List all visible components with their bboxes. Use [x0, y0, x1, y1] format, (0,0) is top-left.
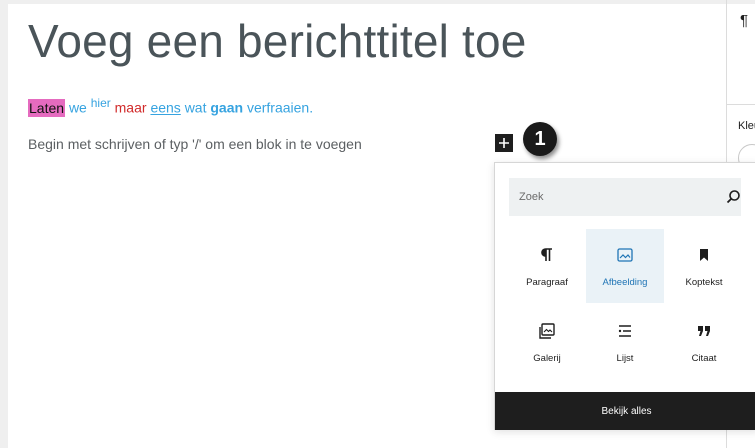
bold-word: gaan [210, 99, 244, 116]
blue-word: wat [184, 99, 207, 116]
block-quote[interactable]: Citaat [665, 305, 743, 379]
block-label: Koptekst [685, 277, 723, 288]
search-icon[interactable] [725, 189, 741, 205]
plus-icon [499, 138, 509, 148]
editor-frame-top [0, 0, 755, 4]
sidebar-color-label: Kleu [738, 120, 755, 132]
red-word: maar [114, 99, 147, 116]
block-image[interactable]: Afbeelding [586, 229, 664, 303]
gallery-icon [539, 323, 555, 339]
block-label: Paragraaf [526, 277, 568, 288]
block-heading[interactable]: Koptekst [665, 229, 743, 303]
block-label: Citaat [691, 353, 717, 364]
highlighted-word: Laten [28, 98, 66, 117]
sidebar-paragraph-icon: ¶ [740, 12, 749, 29]
underlined-word: eens [150, 99, 181, 116]
list-icon [618, 323, 632, 339]
sidebar-separator [727, 104, 755, 105]
blue-word: we [68, 99, 87, 116]
bookmark-icon [699, 247, 709, 263]
image-icon [617, 247, 633, 263]
block-placeholder[interactable]: Begin met schrijven of typ '/' om een bl… [28, 136, 362, 152]
block-paragraph[interactable]: Paragraaf [508, 229, 586, 303]
paragraph-icon [541, 247, 553, 263]
post-title-field[interactable]: Voeg een berichttitel toe [28, 14, 527, 68]
blue-word: verfraaien. [246, 99, 314, 116]
block-gallery[interactable]: Galerij [508, 305, 586, 379]
block-label: Afbeelding [602, 277, 648, 288]
block-list[interactable]: Lijst [586, 305, 664, 379]
view-all-button[interactable]: Bekijk alles [495, 392, 755, 430]
block-label: Galerij [533, 353, 561, 364]
step-number-badge: 1 [523, 122, 557, 156]
paragraph-block[interactable]: Laten we hier maar eens wat gaan verfraa… [28, 96, 314, 117]
add-block-button[interactable] [495, 134, 513, 152]
inserter-search [509, 178, 741, 216]
search-input[interactable] [509, 178, 729, 216]
superscript-word: hier [90, 96, 111, 110]
editor-frame-left [0, 0, 8, 448]
block-inserter-popover: Paragraaf Afbeelding Koptekst Galerij [494, 162, 755, 430]
quote-icon [697, 323, 711, 339]
block-label: Lijst [616, 353, 634, 364]
